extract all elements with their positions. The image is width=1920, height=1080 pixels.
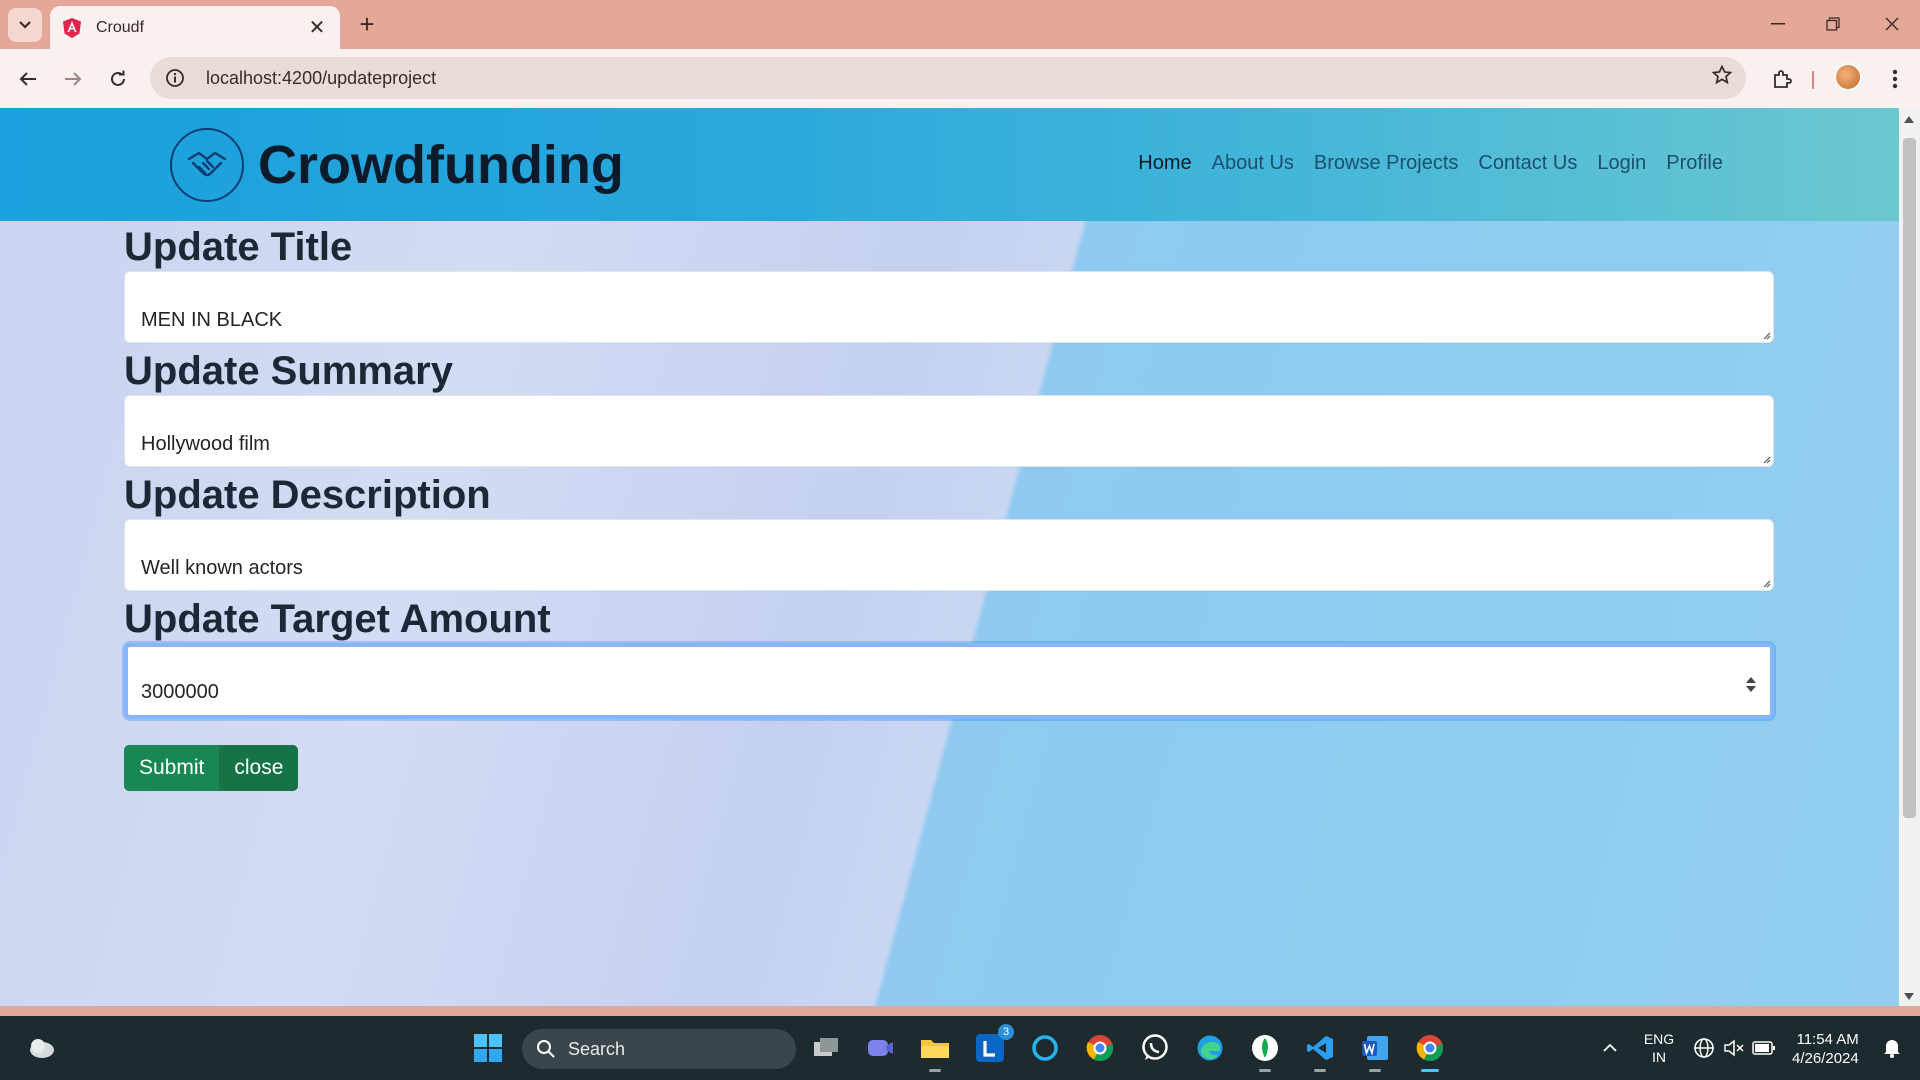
summary-value: Hollywood film [141, 433, 270, 455]
site-header: Crowdfunding Home About Us Browse Projec… [0, 108, 1899, 221]
system-clock[interactable]: 11:54 AM 4/26/2024 [1792, 1030, 1859, 1068]
nav-contact-us[interactable]: Contact Us [1478, 152, 1577, 175]
resize-handle-icon[interactable] [1761, 454, 1771, 464]
summary-label: Update Summary [124, 349, 453, 393]
resize-handle-icon[interactable] [1761, 578, 1771, 588]
chrome-active-icon[interactable] [1412, 1030, 1448, 1072]
spinner-up-icon[interactable] [1746, 677, 1756, 683]
cortana-icon[interactable] [1027, 1030, 1063, 1066]
language-code: ENG [1643, 1031, 1675, 1047]
target-amount-label: Update Target Amount [124, 597, 551, 641]
minimize-icon[interactable] [1758, 8, 1798, 40]
main-nav: Home About Us Browse Projects Contact Us… [1138, 152, 1723, 175]
browser-menu-icon[interactable] [1878, 62, 1912, 96]
page-viewport: Crowdfunding Home About Us Browse Projec… [0, 108, 1899, 1006]
address-bar[interactable]: localhost:4200/updateproject [150, 57, 1746, 99]
back-icon[interactable] [11, 62, 45, 96]
chrome-icon[interactable] [1082, 1030, 1118, 1066]
new-tab-button[interactable]: + [352, 10, 382, 40]
file-explorer-icon[interactable] [917, 1030, 953, 1072]
submit-button[interactable]: Submit [124, 745, 220, 791]
vscode-icon[interactable] [1302, 1030, 1338, 1072]
restore-icon[interactable] [1813, 8, 1853, 40]
scroll-down-icon[interactable] [1904, 993, 1914, 1000]
title-value: MEN IN BLACK [141, 309, 283, 331]
word-icon[interactable] [1357, 1030, 1393, 1072]
scrollbar-thumb[interactable] [1903, 138, 1916, 818]
bookmark-star-icon[interactable] [1711, 64, 1733, 91]
summary-textarea[interactable]: Hollywood film [124, 395, 1774, 467]
language-indicator[interactable]: ENG IN [1642, 1030, 1676, 1066]
title-textarea[interactable]: MEN IN BLACK [124, 271, 1774, 343]
browser-tab-bar: Croudf ✕ + [0, 0, 1920, 49]
target-amount-input[interactable]: 3000000 [124, 643, 1774, 719]
weather-icon[interactable] [24, 1030, 60, 1066]
running-indicator [929, 1069, 941, 1072]
tray-chevron-up-icon[interactable] [1592, 1030, 1628, 1066]
spinner-down-icon[interactable] [1746, 686, 1756, 692]
update-project-form: Update Title MEN IN BLACK Update Summary… [124, 221, 1774, 791]
notification-bell-icon[interactable] [1874, 1030, 1910, 1066]
reload-icon[interactable] [101, 62, 135, 96]
task-view-icon[interactable] [808, 1030, 844, 1066]
taskbar-search[interactable]: Search [522, 1029, 796, 1069]
number-spinner[interactable] [1746, 677, 1756, 692]
nav-about-us[interactable]: About Us [1212, 152, 1294, 175]
scroll-up-icon[interactable] [1904, 116, 1914, 123]
nav-login[interactable]: Login [1597, 152, 1646, 175]
active-indicator [1421, 1069, 1439, 1072]
profile-avatar[interactable] [1834, 63, 1862, 91]
page-scrollbar[interactable] [1899, 108, 1920, 1006]
running-indicator [1314, 1069, 1326, 1072]
whatsapp-icon[interactable] [1137, 1030, 1173, 1066]
chevron-down-icon [19, 21, 31, 29]
nav-profile[interactable]: Profile [1666, 152, 1723, 175]
windows-taskbar: Search 3 ENG IN 11:54 AM 4/26/2024 [0, 1016, 1920, 1080]
title-label: Update Title [124, 225, 353, 269]
tab-title: Croudf [96, 18, 145, 36]
notification-badge: 3 [998, 1024, 1014, 1040]
mongodb-compass-icon[interactable] [1247, 1030, 1283, 1072]
toolbar-divider [1812, 71, 1814, 89]
close-tab-icon[interactable]: ✕ [306, 15, 328, 40]
description-value: Well known actors [141, 557, 303, 579]
clock-date: 4/26/2024 [1792, 1050, 1859, 1067]
url-text[interactable]: localhost:4200/updateproject [206, 68, 436, 89]
search-label: Search [568, 1038, 626, 1059]
edge-icon[interactable] [1192, 1030, 1228, 1066]
forward-icon[interactable] [56, 62, 90, 96]
nav-browse-projects[interactable]: Browse Projects [1314, 152, 1459, 175]
description-label: Update Description [124, 473, 491, 517]
angular-icon [62, 17, 82, 38]
resize-handle-icon[interactable] [1761, 330, 1771, 340]
extensions-icon[interactable] [1765, 62, 1799, 96]
search-icon [537, 1040, 555, 1058]
target-amount-value: 3000000 [141, 681, 219, 703]
browser-toolbar: localhost:4200/updateproject [0, 49, 1920, 108]
site-brand[interactable]: Crowdfunding [258, 134, 624, 196]
close-window-icon[interactable] [1872, 8, 1912, 40]
clock-time: 11:54 AM [1796, 1031, 1859, 1048]
start-icon[interactable] [470, 1030, 506, 1066]
linkedin-learning-icon[interactable]: 3 [972, 1024, 1014, 1066]
nav-home[interactable]: Home [1138, 152, 1191, 175]
region-code: IN [1652, 1049, 1666, 1065]
battery-icon[interactable] [1746, 1030, 1782, 1066]
close-button[interactable]: close [219, 745, 299, 791]
site-info-icon[interactable] [164, 67, 186, 89]
tab-search-button[interactable] [8, 8, 42, 42]
running-indicator [1259, 1069, 1271, 1072]
teams-meet-icon[interactable] [862, 1030, 898, 1066]
form-buttons: Submit close [124, 745, 1774, 791]
browser-tab[interactable]: Croudf ✕ [50, 6, 340, 49]
description-textarea[interactable]: Well known actors [124, 519, 1774, 591]
handshake-logo-icon[interactable] [170, 128, 244, 202]
running-indicator [1369, 1069, 1381, 1072]
